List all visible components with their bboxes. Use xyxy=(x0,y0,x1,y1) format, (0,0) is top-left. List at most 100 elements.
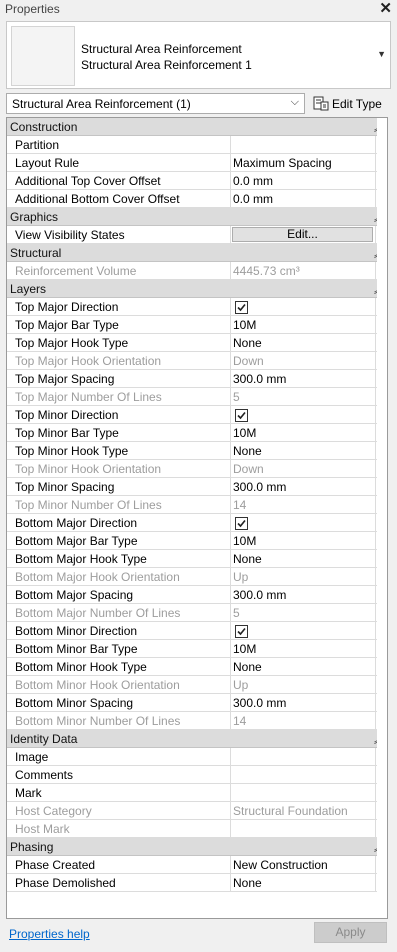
edit-visibility-button[interactable]: Edit... xyxy=(232,227,373,242)
property-name: Phase Demolished xyxy=(7,874,231,892)
panel-title: Properties xyxy=(5,2,60,16)
property-row-mark[interactable]: Mark xyxy=(7,784,387,802)
property-row-bottom-major-spacing[interactable]: Bottom Major Spacing 300.0 mm xyxy=(7,586,387,604)
property-value[interactable]: 0.0 mm xyxy=(231,190,376,208)
property-row-image[interactable]: Image xyxy=(7,748,387,766)
property-row-top-major-hook-type[interactable]: Top Major Hook Type None xyxy=(7,334,387,352)
property-value: Up xyxy=(231,568,376,586)
property-value xyxy=(231,622,376,640)
checkbox-checked-icon[interactable] xyxy=(235,301,248,314)
property-value[interactable]: 10M xyxy=(231,316,376,334)
property-row-bottom-minor-direction[interactable]: Bottom Minor Direction xyxy=(7,622,387,640)
type-dropdown-arrow-icon[interactable]: ▼ xyxy=(377,49,386,59)
property-name: Top Major Direction xyxy=(7,298,231,316)
property-name: Bottom Major Number Of Lines xyxy=(7,604,231,622)
property-name: Top Major Spacing xyxy=(7,370,231,388)
property-row-additional-bottom-cover-offset[interactable]: Additional Bottom Cover Offset 0.0 mm xyxy=(7,190,387,208)
property-value[interactable] xyxy=(231,766,376,784)
property-row-phase-demolished[interactable]: Phase Demolished None xyxy=(7,874,387,892)
checkbox-checked-icon[interactable] xyxy=(235,517,248,530)
property-row-top-major-direction[interactable]: Top Major Direction xyxy=(7,298,387,316)
property-value[interactable]: 10M xyxy=(231,640,376,658)
property-row-view-visibility-states[interactable]: View Visibility States Edit... xyxy=(7,226,387,244)
close-icon[interactable]: ✕ xyxy=(379,0,392,17)
property-value[interactable]: 0.0 mm xyxy=(231,172,376,190)
group-header-graphics[interactable]: Graphics︽ xyxy=(7,208,387,226)
property-row-bottom-major-bar-type[interactable]: Bottom Major Bar Type 10M xyxy=(7,532,387,550)
property-value[interactable]: 10M xyxy=(231,532,376,550)
property-value: Up xyxy=(231,676,376,694)
property-value[interactable]: None xyxy=(231,658,376,676)
property-value: 5 xyxy=(231,604,376,622)
properties-grid: Construction︽PartitionLayout RuleMaximum… xyxy=(6,117,388,919)
property-row-bottom-minor-spacing[interactable]: Bottom Minor Spacing 300.0 mm xyxy=(7,694,387,712)
property-value[interactable]: 300.0 mm xyxy=(231,694,376,712)
property-row-phase-created[interactable]: Phase Created New Construction xyxy=(7,856,387,874)
property-name: Additional Top Cover Offset xyxy=(7,172,231,190)
properties-footer: Properties help Apply xyxy=(0,920,397,952)
property-row-layout-rule[interactable]: Layout Rule Maximum Spacing xyxy=(7,154,387,172)
group-header-identity-data[interactable]: Identity Data︽ xyxy=(7,730,387,748)
property-row-top-minor-hook-type[interactable]: Top Minor Hook Type None xyxy=(7,442,387,460)
property-value[interactable]: None xyxy=(231,874,376,892)
edit-type-button[interactable]: Edit Type xyxy=(311,93,391,114)
property-value[interactable]: 300.0 mm xyxy=(231,478,376,496)
property-name: Bottom Major Direction xyxy=(7,514,231,532)
property-row-bottom-major-hook-type[interactable]: Bottom Major Hook Type None xyxy=(7,550,387,568)
property-value[interactable] xyxy=(231,748,376,766)
property-row-partition[interactable]: Partition xyxy=(7,136,387,154)
property-row-top-minor-direction[interactable]: Top Minor Direction xyxy=(7,406,387,424)
checkbox-checked-icon[interactable] xyxy=(235,625,248,638)
property-row-top-minor-number-of-lines: Top Minor Number Of Lines 14 xyxy=(7,496,387,514)
edit-type-label: Edit Type xyxy=(332,97,382,111)
property-name: View Visibility States xyxy=(7,226,231,244)
property-value[interactable]: None xyxy=(231,550,376,568)
property-name: Bottom Major Spacing xyxy=(7,586,231,604)
property-value[interactable]: New Construction xyxy=(231,856,376,874)
property-row-bottom-minor-hook-type[interactable]: Bottom Minor Hook Type None xyxy=(7,658,387,676)
property-value[interactable]: 300.0 mm xyxy=(231,586,376,604)
property-name: Image xyxy=(7,748,231,766)
property-value xyxy=(231,406,376,424)
property-row-bottom-major-direction[interactable]: Bottom Major Direction xyxy=(7,514,387,532)
property-value[interactable]: None xyxy=(231,442,376,460)
property-value[interactable]: Maximum Spacing xyxy=(231,154,376,172)
property-value: 14 xyxy=(231,496,376,514)
chevron-down-icon: ⌵ xyxy=(290,96,299,108)
group-label: Phasing xyxy=(10,840,54,854)
property-name: Partition xyxy=(7,136,231,154)
property-value[interactable]: 300.0 mm xyxy=(231,370,376,388)
property-row-top-major-number-of-lines: Top Major Number Of Lines 5 xyxy=(7,388,387,406)
type-selector[interactable]: Structural Area Reinforcement Structural… xyxy=(6,21,391,89)
property-name: Bottom Minor Number Of Lines xyxy=(7,712,231,730)
properties-help-link[interactable]: Properties help xyxy=(9,927,90,941)
property-name: Bottom Minor Hook Orientation xyxy=(7,676,231,694)
instance-row: Structural Area Reinforcement (1) ⌵ Edit… xyxy=(6,93,391,115)
property-value xyxy=(231,514,376,532)
property-row-comments[interactable]: Comments xyxy=(7,766,387,784)
property-value[interactable] xyxy=(231,136,376,154)
property-name: Layout Rule xyxy=(7,154,231,172)
checkbox-checked-icon[interactable] xyxy=(235,409,248,422)
property-row-top-minor-spacing[interactable]: Top Minor Spacing 300.0 mm xyxy=(7,478,387,496)
property-row-top-major-spacing[interactable]: Top Major Spacing 300.0 mm xyxy=(7,370,387,388)
apply-button[interactable]: Apply xyxy=(314,922,387,943)
property-row-bottom-minor-number-of-lines: Bottom Minor Number Of Lines 14 xyxy=(7,712,387,730)
property-row-bottom-minor-bar-type[interactable]: Bottom Minor Bar Type 10M xyxy=(7,640,387,658)
property-name: Phase Created xyxy=(7,856,231,874)
property-row-top-minor-bar-type[interactable]: Top Minor Bar Type 10M xyxy=(7,424,387,442)
group-header-layers[interactable]: Layers︽ xyxy=(7,280,387,298)
group-header-construction[interactable]: Construction︽ xyxy=(7,118,387,136)
property-row-reinforcement-volume: Reinforcement Volume 4445.73 cm³ xyxy=(7,262,387,280)
instance-filter-select[interactable]: Structural Area Reinforcement (1) ⌵ xyxy=(6,93,305,114)
type-preview-image xyxy=(11,26,75,86)
property-row-additional-top-cover-offset[interactable]: Additional Top Cover Offset 0.0 mm xyxy=(7,172,387,190)
property-value: 5 xyxy=(231,388,376,406)
property-row-top-major-bar-type[interactable]: Top Major Bar Type 10M xyxy=(7,316,387,334)
property-value[interactable] xyxy=(231,784,376,802)
group-header-phasing[interactable]: Phasing︽ xyxy=(7,838,387,856)
property-value[interactable]: None xyxy=(231,334,376,352)
group-label: Layers xyxy=(10,282,47,296)
property-value[interactable]: 10M xyxy=(231,424,376,442)
group-header-structural[interactable]: Structural︽ xyxy=(7,244,387,262)
